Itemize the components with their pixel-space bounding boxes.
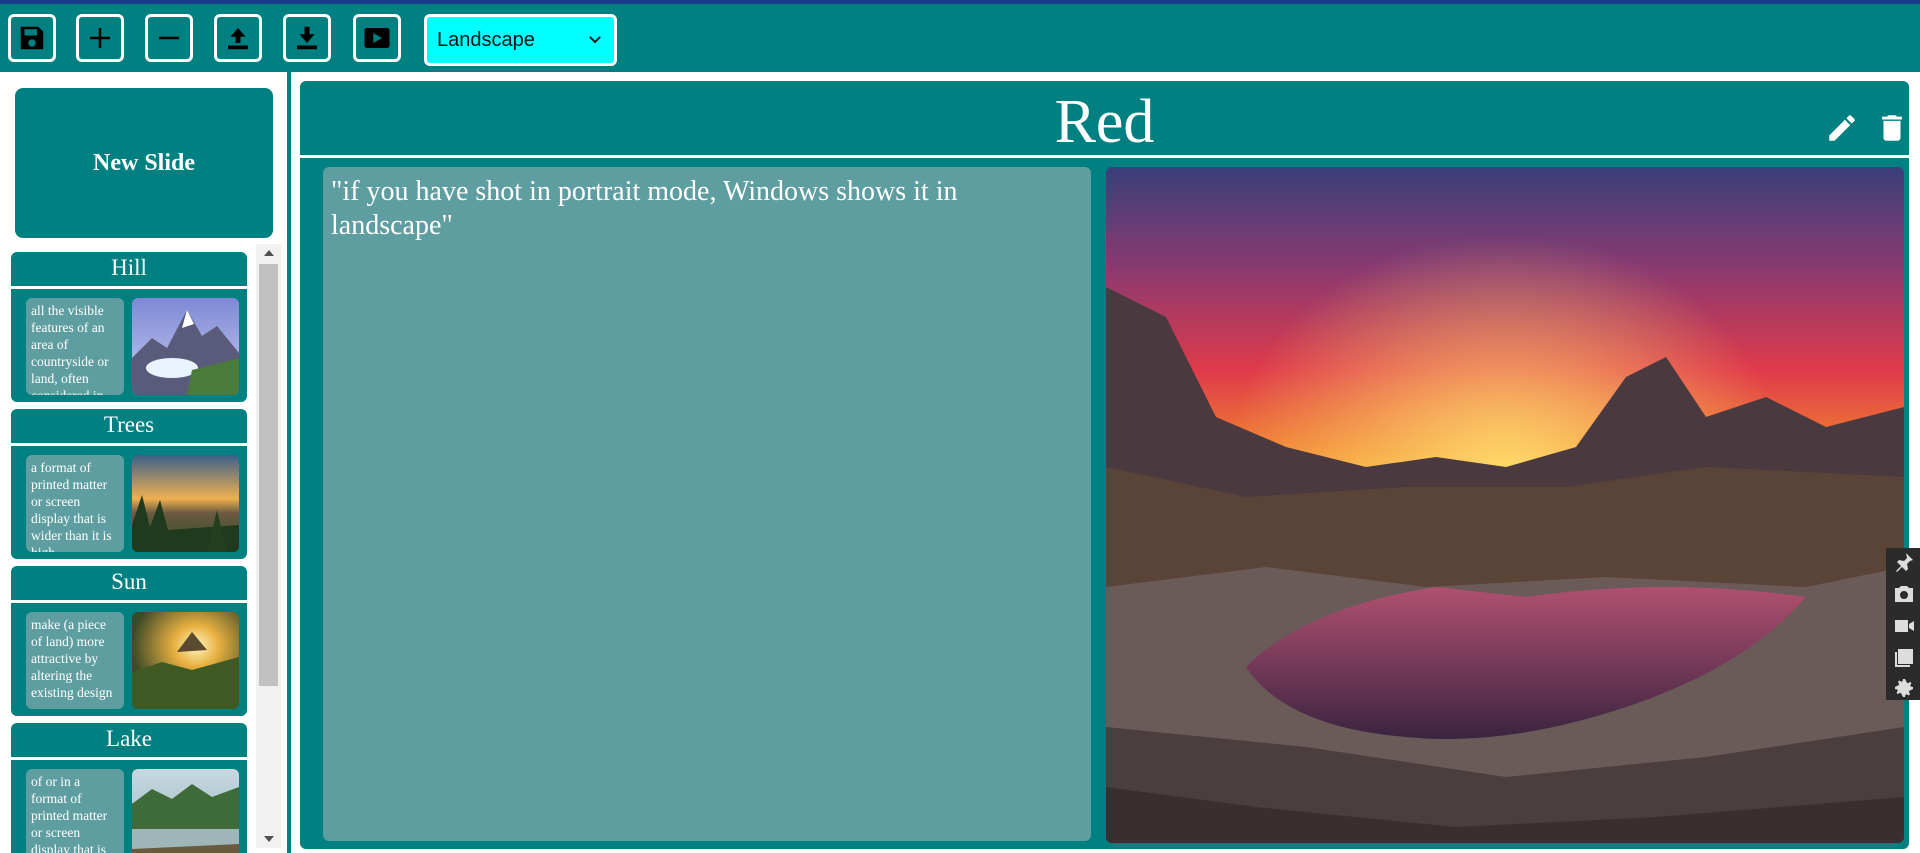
orientation-select[interactable]: Landscape	[424, 14, 617, 66]
download-button[interactable]	[283, 14, 331, 62]
save-button[interactable]	[8, 14, 56, 62]
edit-slide-button[interactable]	[1825, 111, 1859, 145]
slide-thumbnail[interactable]: Trees a format of printed matter or scre…	[11, 409, 247, 559]
slide-thumbnail-title: Trees	[11, 409, 247, 443]
delete-slide-button[interactable]	[1875, 111, 1909, 145]
settings-icon[interactable]	[1892, 676, 1916, 700]
play-icon	[364, 28, 390, 48]
title-separator	[300, 155, 1909, 158]
slide-thumbnail[interactable]: Hill all the visible features of an area…	[11, 252, 247, 402]
slide-title: Red	[1054, 88, 1155, 156]
slide-thumbnails: Hill all the visible features of an area…	[0, 252, 250, 853]
new-slide-label: New Slide	[93, 149, 195, 176]
slide-text: "if you have shot in portrait mode, Wind…	[331, 176, 958, 241]
slide-thumbnail-image	[132, 612, 239, 709]
trash-icon	[1882, 115, 1902, 141]
slide-card: Red "if you have shot in portrait mode, …	[300, 81, 1909, 849]
slide-editor: Red "if you have shot in portrait mode, …	[291, 72, 1920, 853]
add-slide-button[interactable]	[76, 14, 124, 62]
scroll-up-arrow[interactable]	[264, 250, 274, 256]
slide-thumbnail-title: Hill	[11, 252, 247, 286]
download-icon	[297, 26, 317, 50]
upload-icon	[228, 28, 248, 50]
pin-icon[interactable]	[1892, 550, 1916, 574]
slide-image	[1106, 167, 1904, 843]
slide-thumbnail-title: Sun	[11, 566, 247, 600]
slide-thumbnail[interactable]: Lake of or in a format of printed matter…	[11, 723, 247, 853]
sidebar-scrollbar[interactable]	[256, 244, 281, 848]
toolbar: Landscape	[0, 4, 1920, 72]
gallery-icon[interactable]	[1892, 646, 1916, 670]
video-icon[interactable]	[1892, 614, 1916, 638]
chevron-down-icon	[589, 36, 601, 44]
slide-thumbnail-image	[132, 298, 239, 395]
slide-thumbnail-text: a format of printed matter or screen dis…	[26, 455, 124, 552]
scroll-down-arrow[interactable]	[264, 836, 274, 842]
remove-slide-button[interactable]	[145, 14, 193, 62]
slide-thumbnail-text: all the visible features of an area of c…	[26, 298, 124, 395]
side-dock	[1886, 548, 1920, 700]
save-icon	[20, 26, 44, 50]
slide-text-panel[interactable]: "if you have shot in portrait mode, Wind…	[323, 167, 1091, 841]
slide-thumbnail-title: Lake	[11, 723, 247, 757]
minus-icon	[159, 36, 179, 40]
orientation-select-value: Landscape	[437, 28, 535, 51]
play-button[interactable]	[353, 14, 401, 62]
camera-icon[interactable]	[1892, 582, 1916, 606]
slide-thumbnail[interactable]: Sun make (a piece of land) more attracti…	[11, 566, 247, 716]
upload-button[interactable]	[214, 14, 262, 62]
plus-icon	[90, 28, 110, 48]
scrollbar-thumb[interactable]	[259, 264, 278, 686]
new-slide-button[interactable]: New Slide	[15, 88, 273, 238]
slide-thumbnail-text: of or in a format of printed matter or s…	[26, 769, 124, 853]
slide-thumbnail-text: make (a piece of land) more attractive b…	[26, 612, 124, 709]
slide-thumbnail-image	[132, 455, 239, 552]
pencil-icon	[1829, 115, 1855, 141]
slide-thumbnail-image	[132, 769, 239, 853]
